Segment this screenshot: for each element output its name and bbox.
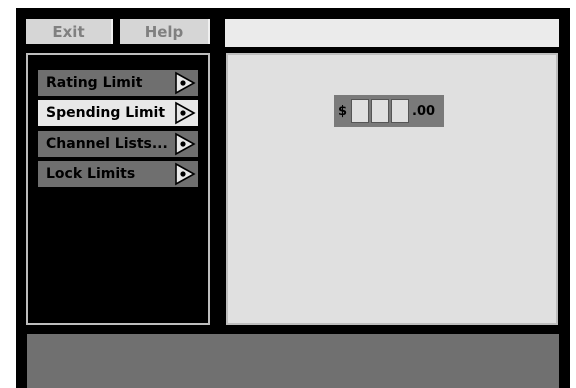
- play-dot-icon: [175, 162, 196, 186]
- menu-panel: Rating Limit Spending Limit Channel List…: [26, 53, 210, 325]
- play-dot-icon: [175, 71, 196, 95]
- play-dot-icon: [175, 132, 196, 156]
- digit-field[interactable]: [351, 99, 370, 123]
- menu-item-label: Rating Limit: [46, 75, 143, 91]
- menu-item-label: Spending Limit: [46, 105, 166, 121]
- currency-symbol: $: [338, 103, 348, 119]
- help-button[interactable]: Help: [120, 19, 210, 44]
- menu-item-spending-limit[interactable]: Spending Limit: [38, 100, 198, 126]
- menu-item-lock-limits[interactable]: Lock Limits: [38, 161, 198, 187]
- digit-field[interactable]: [371, 99, 390, 123]
- cents-suffix: .00: [412, 103, 436, 119]
- title-bar: [225, 19, 559, 47]
- status-bar: [27, 334, 559, 388]
- spending-limit-entry[interactable]: $ .00: [334, 95, 444, 127]
- menu-item-label: Lock Limits: [46, 166, 136, 182]
- play-dot-icon: [175, 101, 196, 125]
- menu-item-rating-limit[interactable]: Rating Limit: [38, 70, 198, 96]
- menu-item-label: Channel Lists...: [46, 136, 168, 152]
- digit-field[interactable]: [391, 99, 410, 123]
- content-panel: $ .00: [226, 53, 558, 325]
- tv-screen: Exit Help Rating Limit Spending Limit Ch…: [16, 8, 570, 388]
- exit-button[interactable]: Exit: [26, 19, 113, 44]
- menu-item-channel-lists[interactable]: Channel Lists...: [38, 131, 198, 157]
